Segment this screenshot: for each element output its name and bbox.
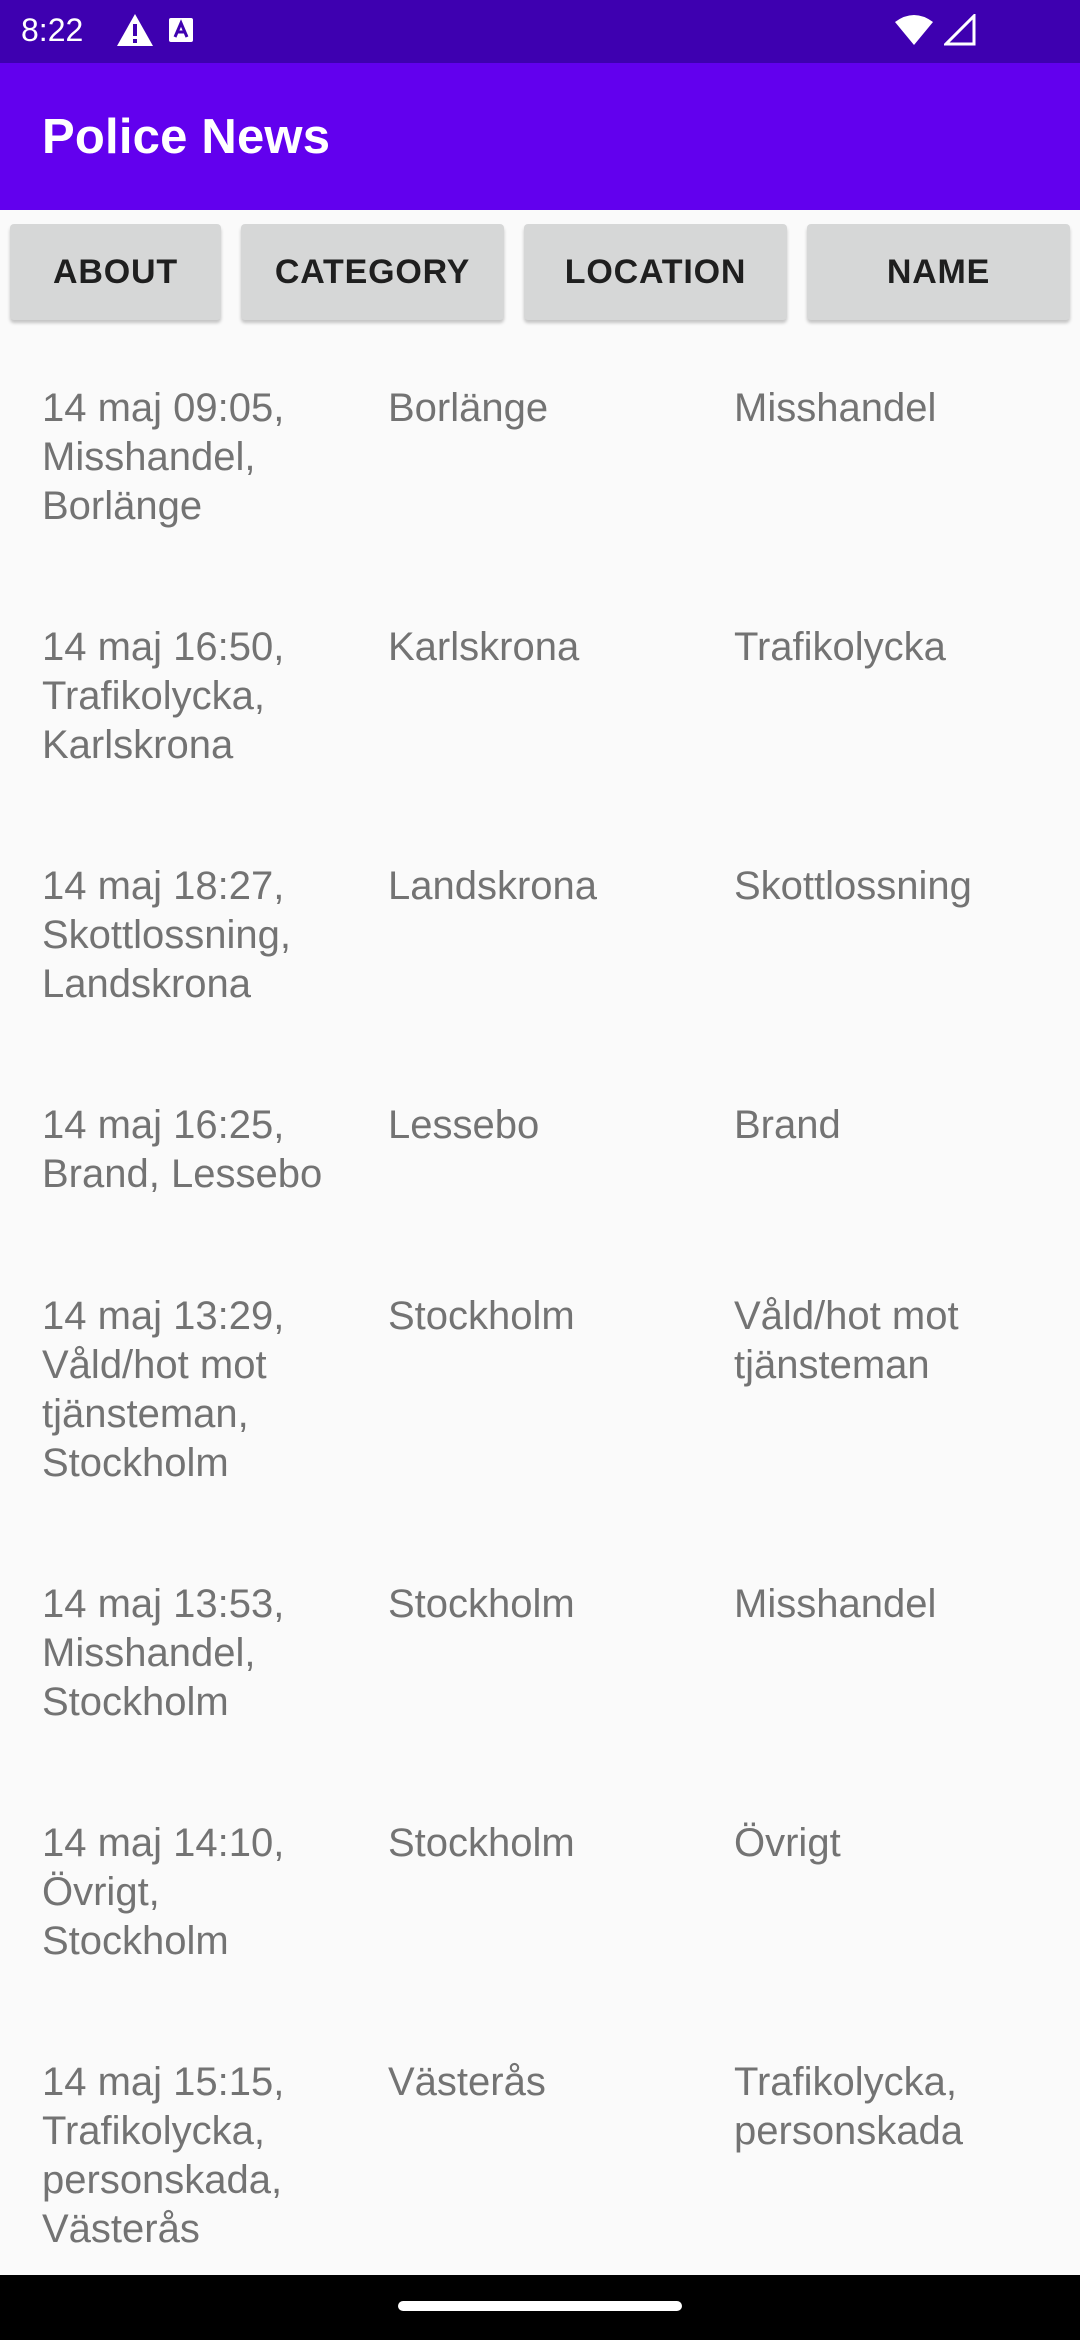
- news-location: Karlskrona: [388, 625, 580, 669]
- status-bar: 8:22: [0, 0, 1080, 63]
- about-button[interactable]: ABOUT: [10, 224, 221, 320]
- news-title: 14 maj 13:29, Våld/hot mot tjänsteman, S…: [42, 1294, 285, 1485]
- news-location: Stockholm: [388, 1821, 575, 1865]
- wifi-icon: [894, 14, 934, 51]
- news-category: Misshandel: [734, 386, 937, 430]
- news-category: Övrigt: [734, 1821, 841, 1865]
- news-title: 14 maj 14:10, Övrigt, Stockholm: [42, 1821, 285, 1963]
- name-button[interactable]: NAME: [807, 224, 1070, 320]
- app-bar: Police News: [0, 63, 1080, 210]
- news-location: Stockholm: [388, 1582, 575, 1626]
- status-icons-left: [116, 12, 194, 52]
- news-category: Trafikolycka, personskada: [734, 2060, 964, 2153]
- news-location: Landskrona: [388, 864, 598, 908]
- status-icons-right: [894, 11, 976, 52]
- news-category: Misshandel: [734, 1582, 937, 1626]
- app-title: Police News: [42, 110, 331, 164]
- news-location: Borlänge: [388, 386, 549, 430]
- news-title: 14 maj 13:53, Misshandel, Stockholm: [42, 1582, 285, 1724]
- news-category: Brand: [734, 1103, 841, 1147]
- news-category: Våld/hot mot tjänsteman: [734, 1294, 959, 1387]
- alert-icon: [116, 13, 154, 52]
- signal-icon: [942, 11, 976, 51]
- filter-button-row: ABOUT CATEGORY LOCATION NAME: [0, 224, 1080, 320]
- status-time: 8:22: [21, 12, 84, 48]
- news-list[interactable]: 14 maj 09:05, Misshandel, Borlänge Borlä…: [0, 320, 1080, 2275]
- home-gesture-handle[interactable]: [398, 2301, 682, 2311]
- news-title: 14 maj 15:15, Trafikolycka, personskada,…: [42, 2060, 285, 2251]
- news-category: Skottlossning: [734, 864, 972, 908]
- location-button[interactable]: LOCATION: [524, 224, 787, 320]
- news-location: Lessebo: [388, 1103, 540, 1147]
- news-title: 14 maj 18:27, Skottlossning, Landskrona: [42, 864, 292, 1006]
- news-location: Stockholm: [388, 1294, 575, 1338]
- navigation-bar: [0, 2275, 1080, 2340]
- a11y-icon: [168, 17, 194, 48]
- category-button[interactable]: CATEGORY: [241, 224, 504, 320]
- news-title: 14 maj 16:25, Brand, Lessebo: [42, 1103, 323, 1196]
- news-category: Trafikolycka: [734, 625, 946, 669]
- news-title: 14 maj 09:05, Misshandel, Borlänge: [42, 386, 285, 528]
- news-location: Västerås: [388, 2060, 546, 2104]
- news-title: 14 maj 16:50, Trafikolycka, Karlskrona: [42, 625, 285, 767]
